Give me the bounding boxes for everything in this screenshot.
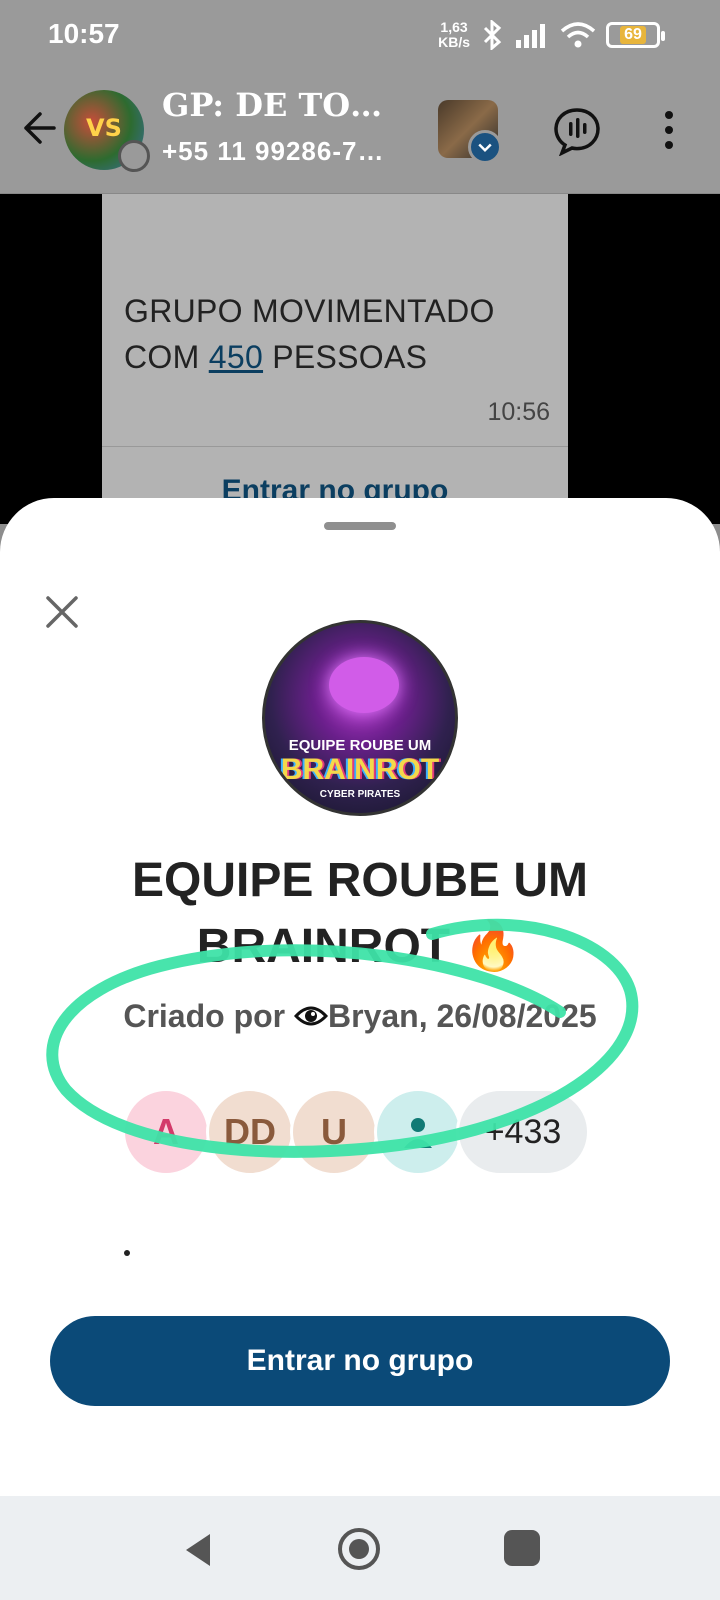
group-photo: EQUIPE ROUBE UM BRAINROT CYBER PIRATES (262, 620, 458, 816)
member-avatar: U (290, 1088, 378, 1176)
chat-title[interactable]: GP: DE TO… (162, 86, 382, 124)
group-photo-line3: CYBER PIRATES (319, 789, 401, 800)
dot-mark (124, 1250, 130, 1256)
message-divider (102, 446, 568, 447)
battery-icon: 69 (606, 22, 665, 48)
network-speed-value: 1,63 (440, 19, 468, 35)
chat-subtitle[interactable]: +55 11 99286-7… (162, 136, 384, 167)
group-creator: Criado por Bryan, 26/08/2025 (0, 998, 720, 1035)
group-photo-line1: EQUIPE ROUBE UM (288, 737, 432, 754)
nav-back-icon[interactable] (178, 1530, 218, 1570)
status-bar: 10:57 1,63 KB/s 69 (0, 0, 720, 78)
network-speed-unit: KB/s (438, 34, 470, 50)
wifi-icon (560, 22, 596, 48)
signal-icon (516, 24, 545, 48)
message-text-after: PESSOAS (263, 339, 428, 375)
nav-recents-icon[interactable] (504, 1530, 540, 1566)
navigation-bar (0, 1496, 720, 1600)
group-photo-line2: BRAINROT (280, 753, 440, 786)
group-invite-sheet: EQUIPE ROUBE UM BRAINROT CYBER PIRATES E… (0, 498, 720, 1498)
sheet-drag-handle[interactable] (324, 522, 396, 530)
chevron-down-icon[interactable] (468, 130, 502, 164)
brain-image (329, 657, 399, 713)
creator-name: Bryan, 26/08/2025 (328, 998, 597, 1034)
status-icons: 1,63 KB/s 69 (438, 20, 665, 50)
more-members-count: +433 (456, 1088, 590, 1176)
message-link[interactable]: 450 (209, 339, 263, 375)
group-name: EQUIPE ROUBE UM BRAINROT 🔥 (131, 854, 589, 973)
member-avatar: A (122, 1088, 210, 1176)
creator-prefix: Criado por (123, 998, 295, 1034)
message-text: GRUPO MOVIMENTADO COM 450 PESSOAS (124, 288, 554, 380)
person-icon (404, 1118, 432, 1148)
bluetooth-icon (483, 20, 502, 50)
more-options-icon[interactable] (656, 108, 682, 152)
member-avatar (374, 1088, 462, 1176)
member-avatar: DD (206, 1088, 294, 1176)
back-arrow-icon[interactable] (18, 108, 58, 148)
voice-chat-icon[interactable] (552, 106, 602, 156)
eye-icon (294, 1006, 329, 1026)
battery-level: 69 (620, 26, 646, 44)
message-time: 10:56 (487, 398, 550, 426)
status-time: 10:57 (48, 18, 120, 49)
member-avatars: A DD U +433 (122, 1088, 602, 1178)
network-speed: 1,63 KB/s (438, 20, 470, 50)
join-group-button[interactable]: Entrar no grupo (50, 1316, 670, 1406)
close-icon[interactable] (44, 594, 80, 630)
disappearing-timer-icon (118, 140, 150, 172)
nav-home-icon[interactable] (336, 1526, 382, 1572)
message-bubble[interactable]: GRUPO MOVIMENTADO COM 450 PESSOAS 10:56 … (102, 194, 568, 524)
chat-header: GP: DE TO… +55 11 99286-7… (0, 78, 720, 194)
